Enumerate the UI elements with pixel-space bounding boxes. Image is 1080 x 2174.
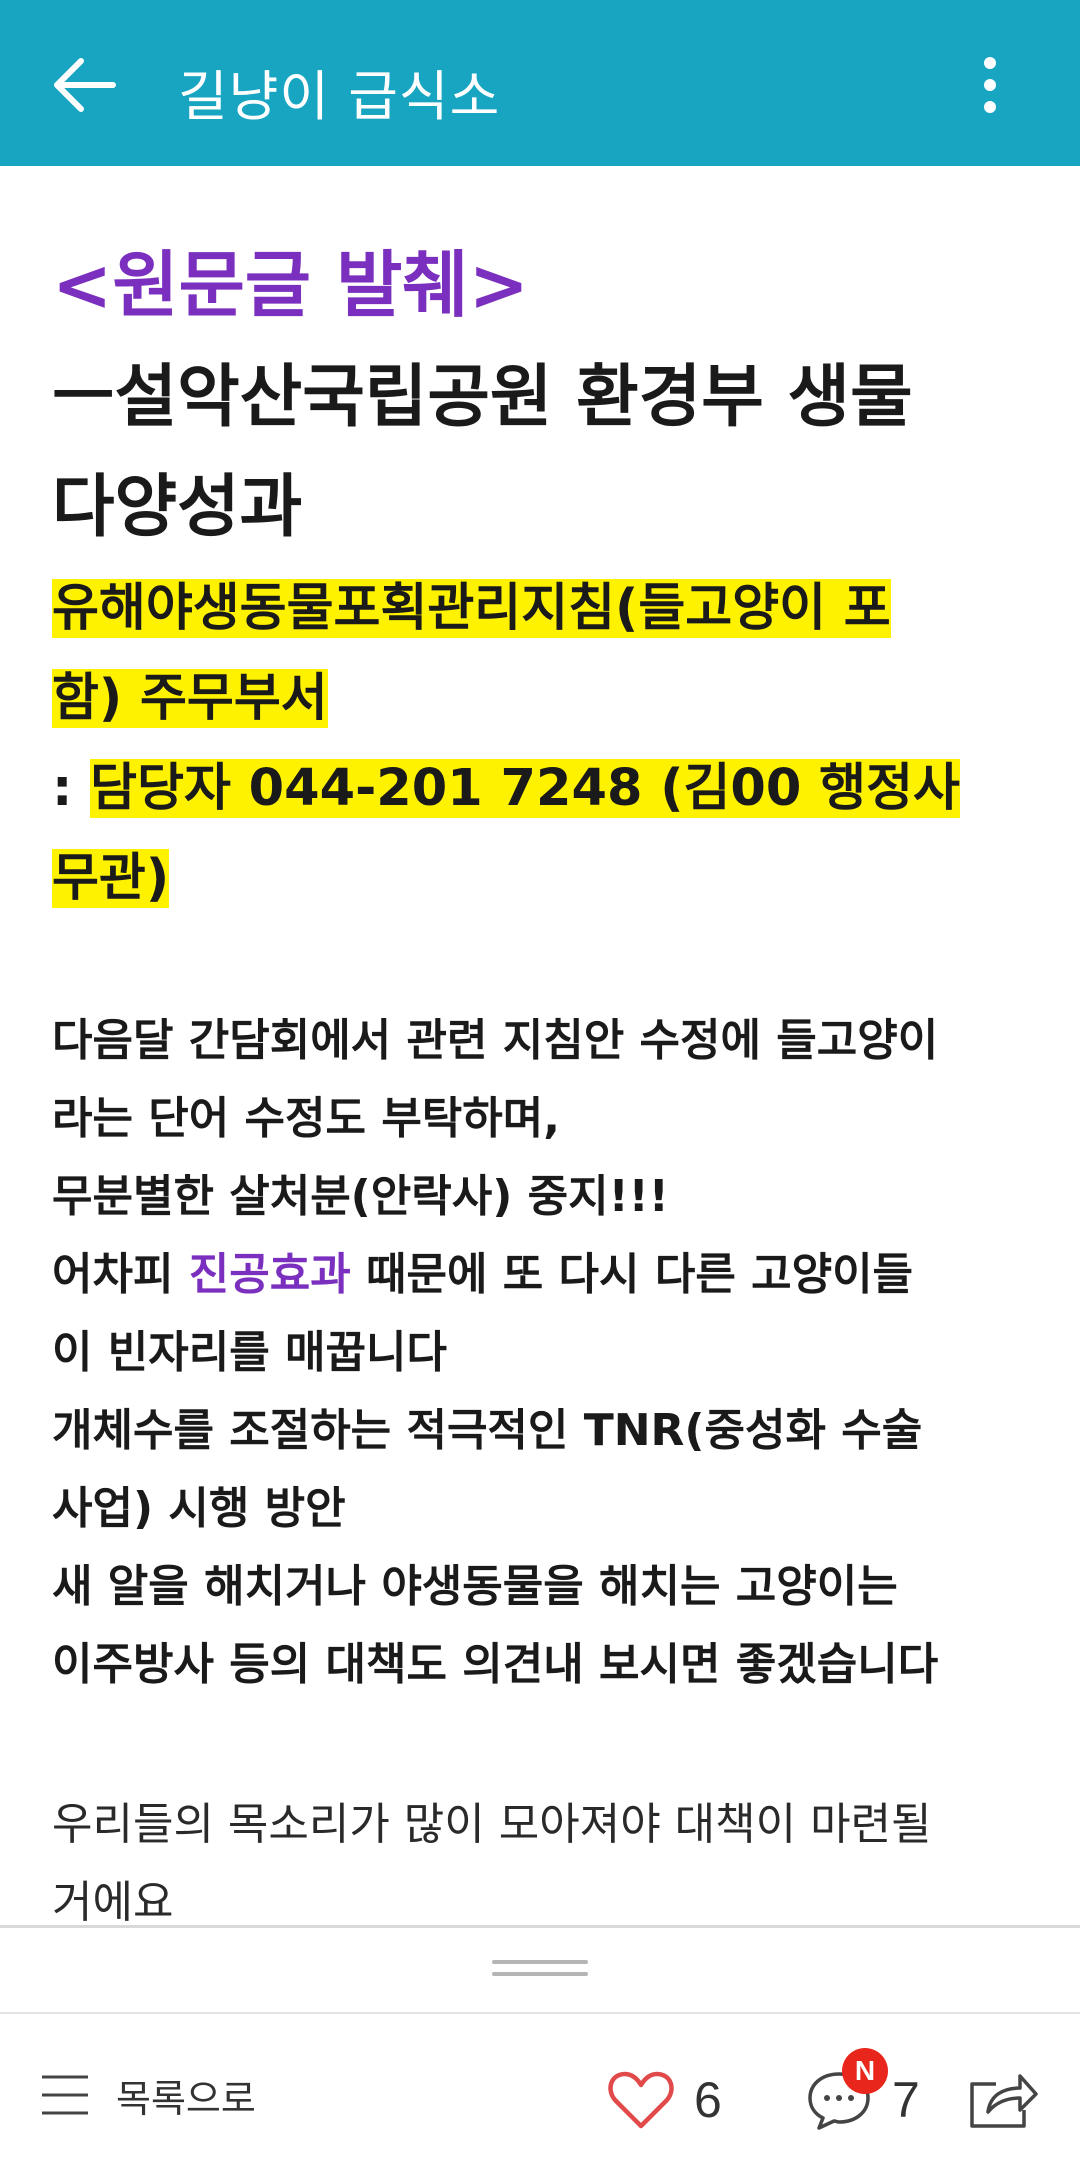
share-icon [970, 2074, 1038, 2128]
heart-icon [608, 2071, 674, 2129]
page-title: 길냥이 급식소 [178, 65, 501, 128]
body-line: 우리들의 목소리가 많이 모아져야 대책이 마련될 [52, 1799, 932, 1850]
body-line: 어차피 진공효과 때문에 또 다시 다른 고양이들 [52, 1238, 913, 1302]
highlight-text: 무관) [52, 849, 170, 908]
more-vertical-icon [984, 57, 996, 113]
comment-count: 7 [892, 2072, 920, 2128]
drag-handle-icon[interactable] [492, 1960, 588, 1980]
body-line: 무분별한 살처분(안락사) 중지!!! [52, 1171, 669, 1222]
post-heading-line: ㅡ설악산국립공원 환경부 생물 [52, 358, 913, 437]
body-line: 개체수를 조절하는 적극적인 TNR(중성화 수술 [52, 1405, 923, 1456]
body-line: 이 빈자리를 매꿉니다 [52, 1327, 447, 1378]
contact-prefix: : [52, 759, 91, 818]
comment-icon-wrap: N [806, 2048, 888, 2132]
body-line: 새 알을 해치거나 야생동물을 해치는 고양이는 [52, 1561, 898, 1612]
highlighted-line: 유해야생동물포획관리지침(들고양이 포 [52, 566, 891, 640]
comment-button[interactable]: N 7 [806, 2048, 920, 2140]
app-bar [0, 0, 1080, 166]
list-icon [42, 2075, 88, 2115]
body-line: 다음달 간담회에서 관련 지침안 수정에 들고양이 [52, 1015, 939, 1066]
body-line: 사업) 시행 방안 [52, 1483, 346, 1534]
new-badge: N [842, 2048, 888, 2094]
post-content: <원문글 발췌> ㅡ설악산국립공원 환경부 생물 다양성과 유해야생동물포획관리… [52, 166, 1042, 1926]
body-line: 라는 단어 수정도 부탁하며, [52, 1093, 560, 1144]
highlight-text: 함) 주무부서 [52, 669, 328, 728]
contact-line: : 담당자 044-201 7248 (김00 행정사 [52, 746, 960, 820]
body-text: 때문에 또 다시 다른 고양이들 [350, 1249, 914, 1300]
post-heading-quote: <원문글 발췌> [52, 243, 529, 327]
contact-text: 담당자 044-201 7248 (김00 행정사 [90, 759, 960, 818]
body-line: 이주방사 등의 대책도 의견내 보시면 좋겠습니다 [52, 1639, 939, 1690]
like-count: 6 [694, 2072, 722, 2128]
share-button[interactable] [962, 2058, 1042, 2138]
body-text: 어차피 [52, 1249, 189, 1300]
like-button[interactable]: 6 [608, 2060, 722, 2140]
keyword-highlight: 진공효과 [188, 1249, 351, 1300]
post-heading-line: 다양성과 [52, 468, 303, 547]
more-options-button[interactable] [960, 40, 1020, 130]
list-button[interactable]: 목록으로 [40, 2060, 256, 2130]
back-button[interactable] [40, 40, 130, 130]
back-arrow-icon [54, 58, 116, 112]
highlight-text: 유해야생동물포획관리지침(들고양이 포 [52, 579, 891, 638]
highlighted-line: 함) 주무부서 [52, 656, 328, 730]
highlighted-line: 무관) [52, 836, 170, 910]
body-line: 거에요 [52, 1877, 174, 1926]
list-label: 목록으로 [116, 2076, 256, 2121]
